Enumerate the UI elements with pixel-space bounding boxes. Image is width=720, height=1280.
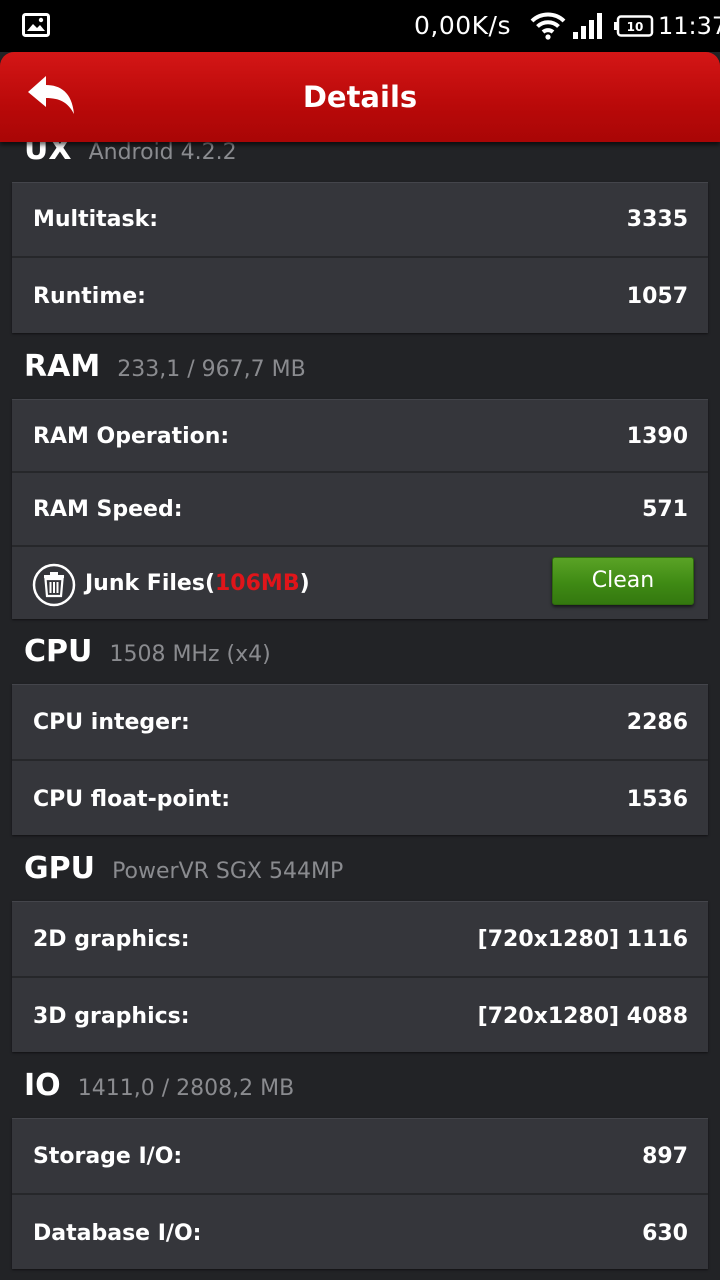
trash-icon bbox=[32, 563, 76, 607]
score-row: Runtime: 1057 bbox=[12, 258, 708, 333]
row-value: [720x1280] 1116 bbox=[477, 927, 688, 952]
score-row: RAM Operation: 1390 bbox=[12, 400, 708, 473]
section-info-cpu: 1508 MHz (x4) bbox=[109, 642, 271, 667]
row-label: 2D graphics: bbox=[33, 927, 190, 952]
row-label: RAM Speed: bbox=[33, 497, 183, 522]
junk-files-label: Junk Files(106MB) bbox=[85, 571, 310, 596]
score-row: CPU integer: 2286 bbox=[12, 685, 708, 761]
row-label: RAM Operation: bbox=[33, 424, 230, 449]
section-title-ram: RAM bbox=[24, 349, 101, 384]
signal-icon bbox=[573, 13, 602, 39]
battery-level: 10 bbox=[627, 20, 644, 34]
row-label: Multitask: bbox=[33, 207, 159, 232]
row-label: Database I/O: bbox=[33, 1221, 202, 1246]
section-header-gpu: GPU PowerVR SGX 544MP bbox=[24, 851, 343, 895]
row-value: 2286 bbox=[626, 710, 688, 735]
section-info-gpu: PowerVR SGX 544MP bbox=[112, 859, 344, 884]
section-title-io: IO bbox=[24, 1068, 61, 1103]
row-value: 1390 bbox=[626, 424, 688, 449]
score-row: Multitask: 3335 bbox=[12, 183, 708, 258]
row-label: CPU float-point: bbox=[33, 787, 231, 812]
clock: 11:37 bbox=[658, 12, 720, 40]
clean-button[interactable]: Clean bbox=[552, 557, 694, 605]
row-value: [720x1280] 4088 bbox=[477, 1004, 688, 1029]
section-info-ux: Android 4.2.2 bbox=[88, 142, 237, 165]
section-info-io: 1411,0 / 2808,2 MB bbox=[77, 1076, 295, 1101]
network-speed: 0,00K/s bbox=[414, 11, 512, 40]
row-value: 1536 bbox=[626, 787, 688, 812]
row-value: 897 bbox=[642, 1144, 688, 1169]
score-row: CPU float-point: 1536 bbox=[12, 761, 708, 835]
page-title: Details bbox=[302, 80, 418, 114]
section-info-ram: 233,1 / 967,7 MB bbox=[117, 357, 306, 382]
gpu-card: 2D graphics: [720x1280] 1116 3D graphics… bbox=[12, 901, 708, 1052]
row-label: Storage I/O: bbox=[33, 1144, 183, 1169]
image-icon bbox=[22, 13, 50, 37]
junk-close-paren: ) bbox=[299, 571, 310, 596]
wifi-icon bbox=[530, 12, 566, 40]
junk-files-row: Junk Files(106MB) Clean bbox=[12, 547, 708, 619]
score-row: 3D graphics: [720x1280] 4088 bbox=[12, 978, 708, 1052]
junk-open-paren: ( bbox=[204, 571, 215, 596]
section-title-cpu: CPU bbox=[24, 634, 93, 669]
battery-icon: 10 bbox=[614, 15, 654, 37]
row-label: Runtime: bbox=[33, 284, 146, 309]
row-value: 571 bbox=[642, 497, 688, 522]
row-value: 1057 bbox=[626, 284, 688, 309]
section-header-ux: UX Android 4.2.2 bbox=[24, 142, 237, 176]
row-label: CPU integer: bbox=[33, 710, 190, 735]
status-bar: 0,00K/s 10 11:37 bbox=[0, 0, 720, 52]
section-header-io: IO 1411,0 / 2808,2 MB bbox=[24, 1068, 294, 1112]
junk-files-size: 106MB bbox=[215, 571, 300, 596]
ux-card: Multitask: 3335 Runtime: 1057 bbox=[12, 182, 708, 333]
app-header: Details bbox=[0, 52, 720, 142]
cpu-card: CPU integer: 2286 CPU float-point: 1536 bbox=[12, 684, 708, 835]
row-label: 3D graphics: bbox=[33, 1004, 190, 1029]
row-value: 630 bbox=[642, 1221, 688, 1246]
details-content[interactable]: UX Android 4.2.2 Multitask: 3335 Runtime… bbox=[0, 142, 720, 1280]
section-header-cpu: CPU 1508 MHz (x4) bbox=[24, 634, 271, 678]
score-row: Storage I/O: 897 bbox=[12, 1119, 708, 1195]
app-screen: 0,00K/s 10 11:37 Details UX Android 4.2.… bbox=[0, 0, 720, 1280]
score-row: Database I/O: 630 bbox=[12, 1195, 708, 1269]
section-title-ux: UX bbox=[24, 142, 72, 167]
score-row: RAM Speed: 571 bbox=[12, 473, 708, 547]
score-row: 2D graphics: [720x1280] 1116 bbox=[12, 902, 708, 978]
section-header-ram: RAM 233,1 / 967,7 MB bbox=[24, 349, 306, 393]
row-value: 3335 bbox=[626, 207, 688, 232]
section-title-gpu: GPU bbox=[24, 851, 95, 886]
ram-card: RAM Operation: 1390 RAM Speed: 571 Junk … bbox=[12, 399, 708, 619]
junk-files-text: Junk Files bbox=[85, 571, 205, 596]
io-card: Storage I/O: 897 Database I/O: 630 bbox=[12, 1118, 708, 1269]
